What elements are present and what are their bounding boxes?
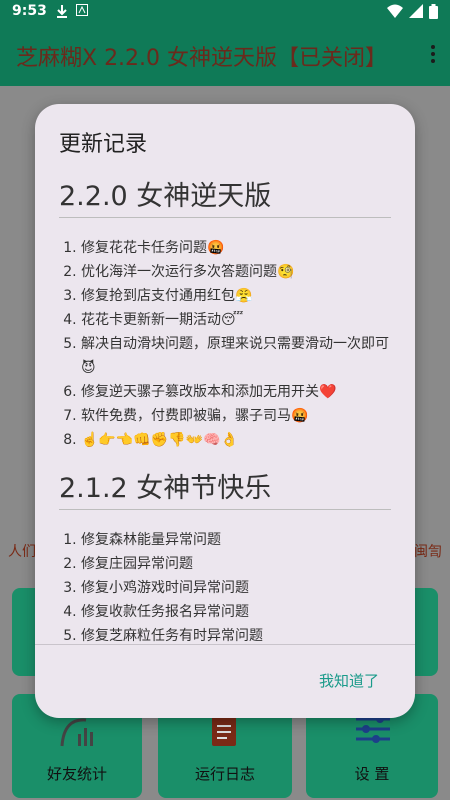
notice-text-right: 闽訇 xyxy=(414,544,442,560)
acknowledge-button[interactable]: 我知道了 xyxy=(319,670,379,691)
signal-icon xyxy=(409,4,423,23)
overflow-menu-icon[interactable] xyxy=(428,42,438,68)
app-bar: 芝麻糊X 2.2.0 女神逆天版【已关闭】 xyxy=(0,24,450,86)
dialog-title: 更新记录 xyxy=(59,132,148,157)
friend-stats-label: 好友统计 xyxy=(46,765,107,783)
change-item: 花花卡更新新一期活动😴 xyxy=(81,308,391,332)
change-item: 修复收款任务报名异常问题 xyxy=(81,600,391,624)
notice-text-left: 人们 xyxy=(8,544,36,560)
wifi-icon xyxy=(387,4,403,23)
download-icon xyxy=(56,4,68,22)
change-item: 修复庄园异常问题 xyxy=(81,552,391,576)
change-item: 修复芝麻粒任务有时异常问题 xyxy=(81,624,391,644)
version-heading: 2.1.2 女神节快乐 xyxy=(59,466,391,510)
change-list: 修复花花卡任务问题🤬 优化海洋一次运行多次答题问题🧐 修复抢到店支付通用红包😤 … xyxy=(59,236,391,452)
app-notification-icon xyxy=(76,4,88,22)
battery-icon xyxy=(429,4,438,23)
change-item: 修复抢到店支付通用红包😤 xyxy=(81,284,391,308)
version-section: 2.2.0 女神逆天版 修复花花卡任务问题🤬 优化海洋一次运行多次答题问题🧐 修… xyxy=(59,174,391,452)
change-item: 修复逆天骡子篡改版本和添加无用开关❤️ xyxy=(81,380,391,404)
stats-chart-icon xyxy=(60,714,96,752)
log-clipboard-icon xyxy=(210,712,238,752)
change-item: 修复小鸡游戏时间异常问题 xyxy=(81,576,391,600)
change-item: 修复森林能量异常问题 xyxy=(81,528,391,552)
run-log-label: 运行日志 xyxy=(194,765,255,783)
settings-label: 设 置 xyxy=(354,765,390,783)
change-list: 修复森林能量异常问题 修复庄园异常问题 修复小鸡游戏时间异常问题 修复收款任务报… xyxy=(59,528,391,644)
settings-sliders-icon xyxy=(354,714,392,748)
change-item: ☝️👉👈👊✊👎👐🧠👌 xyxy=(81,428,391,452)
changelog-dialog: 更新记录 2.2.0 女神逆天版 修复花花卡任务问题🤬 优化海洋一次运行多次答题… xyxy=(35,104,415,718)
changelog-scroll-area[interactable]: 2.2.0 女神逆天版 修复花花卡任务问题🤬 优化海洋一次运行多次答题问题🧐 修… xyxy=(59,166,391,644)
dialog-divider xyxy=(35,644,415,645)
change-item: 软件免费，付费即被骗，骡子司马🤬 xyxy=(81,404,391,428)
status-bar: 9:53 xyxy=(0,0,450,24)
status-time: 9:53 xyxy=(12,3,47,19)
version-heading: 2.2.0 女神逆天版 xyxy=(59,174,391,218)
change-item: 优化海洋一次运行多次答题问题🧐 xyxy=(81,260,391,284)
app-title: 芝麻糊X 2.2.0 女神逆天版【已关闭】 xyxy=(16,46,388,71)
change-item: 修复花花卡任务问题🤬 xyxy=(81,236,391,260)
version-section: 2.1.2 女神节快乐 修复森林能量异常问题 修复庄园异常问题 修复小鸡游戏时间… xyxy=(59,466,391,644)
change-item: 解决自动滑块问题，原理来说只需要滑动一次即可😈 xyxy=(81,332,391,380)
